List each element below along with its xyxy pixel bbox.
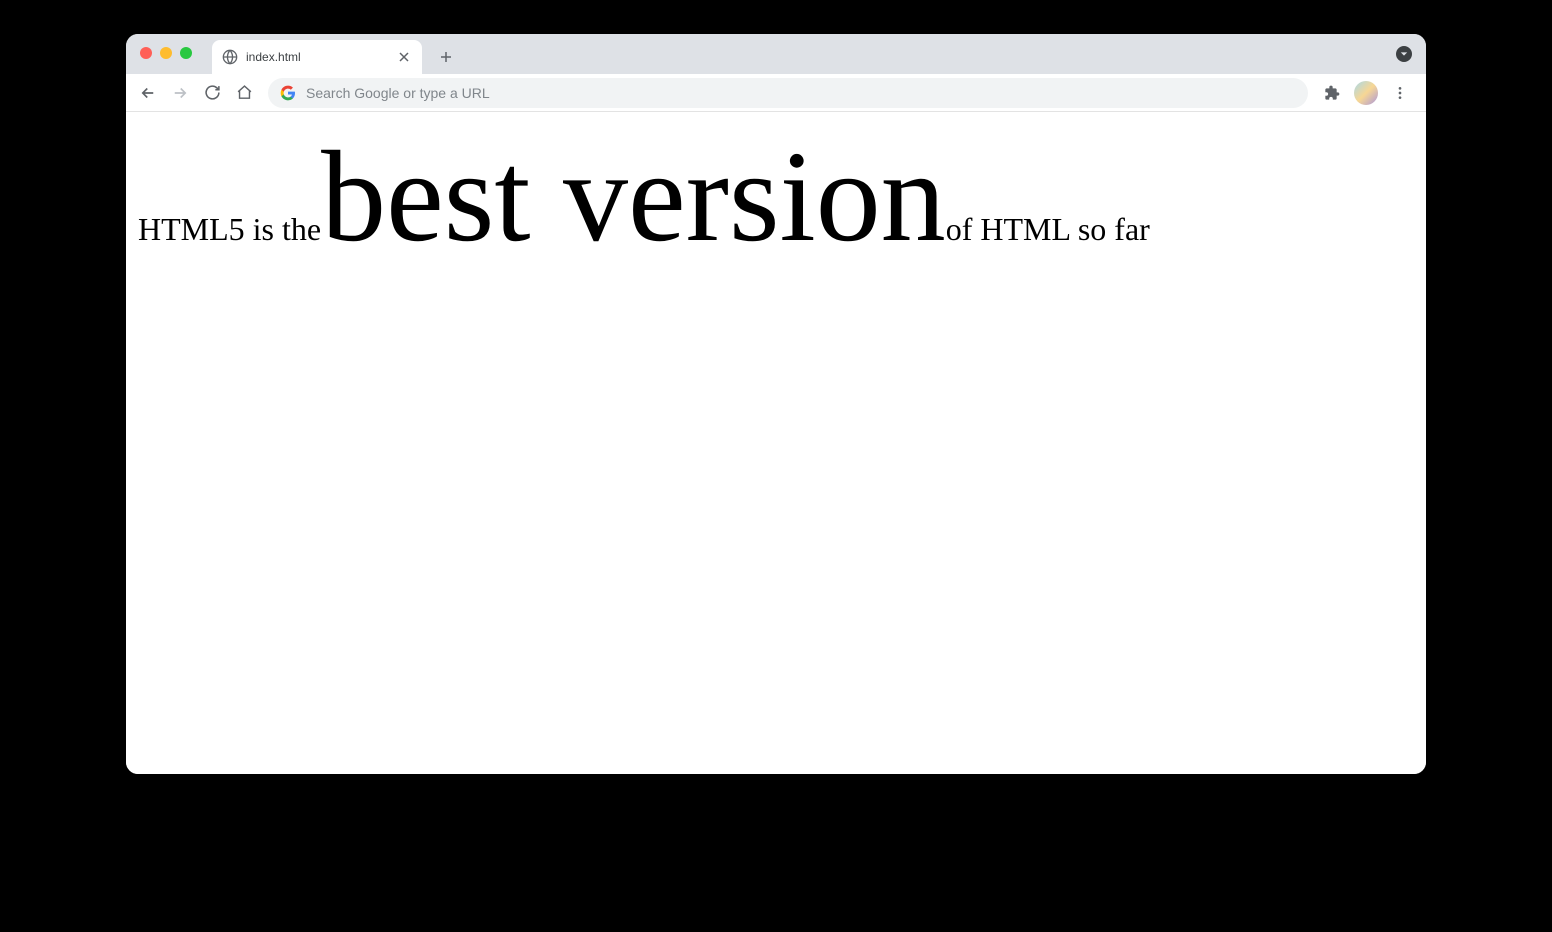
window-close-button[interactable] [140,47,152,59]
text-emphasis: best version [321,125,946,269]
home-button[interactable] [230,79,258,107]
reload-button[interactable] [198,79,226,107]
profile-avatar[interactable] [1354,81,1378,105]
text-prefix: HTML5 is the [138,211,321,247]
menu-button[interactable] [1386,79,1414,107]
back-button[interactable] [134,79,162,107]
content-text-line: HTML5 is thebest versionof HTML so far [138,132,1414,262]
globe-icon [222,49,238,65]
browser-toolbar: Search Google or type a URL [126,74,1426,112]
address-bar-placeholder: Search Google or type a URL [306,85,490,101]
google-icon [280,85,296,101]
browser-tab[interactable]: index.html [212,40,422,74]
window-maximize-button[interactable] [180,47,192,59]
toolbar-right [1318,79,1418,107]
text-suffix: of HTML so far [946,211,1150,247]
browser-window: index.html [126,34,1426,774]
window-minimize-button[interactable] [160,47,172,59]
extensions-button[interactable] [1318,79,1346,107]
tab-title: index.html [246,50,301,64]
page-content: HTML5 is thebest versionof HTML so far [126,112,1426,774]
tab-strip: index.html [126,34,1426,74]
window-controls [140,47,192,59]
forward-button[interactable] [166,79,194,107]
address-bar[interactable]: Search Google or type a URL [268,78,1308,108]
new-tab-button[interactable] [432,43,460,71]
tab-close-button[interactable] [396,49,412,65]
tab-search-button[interactable] [1396,46,1412,62]
